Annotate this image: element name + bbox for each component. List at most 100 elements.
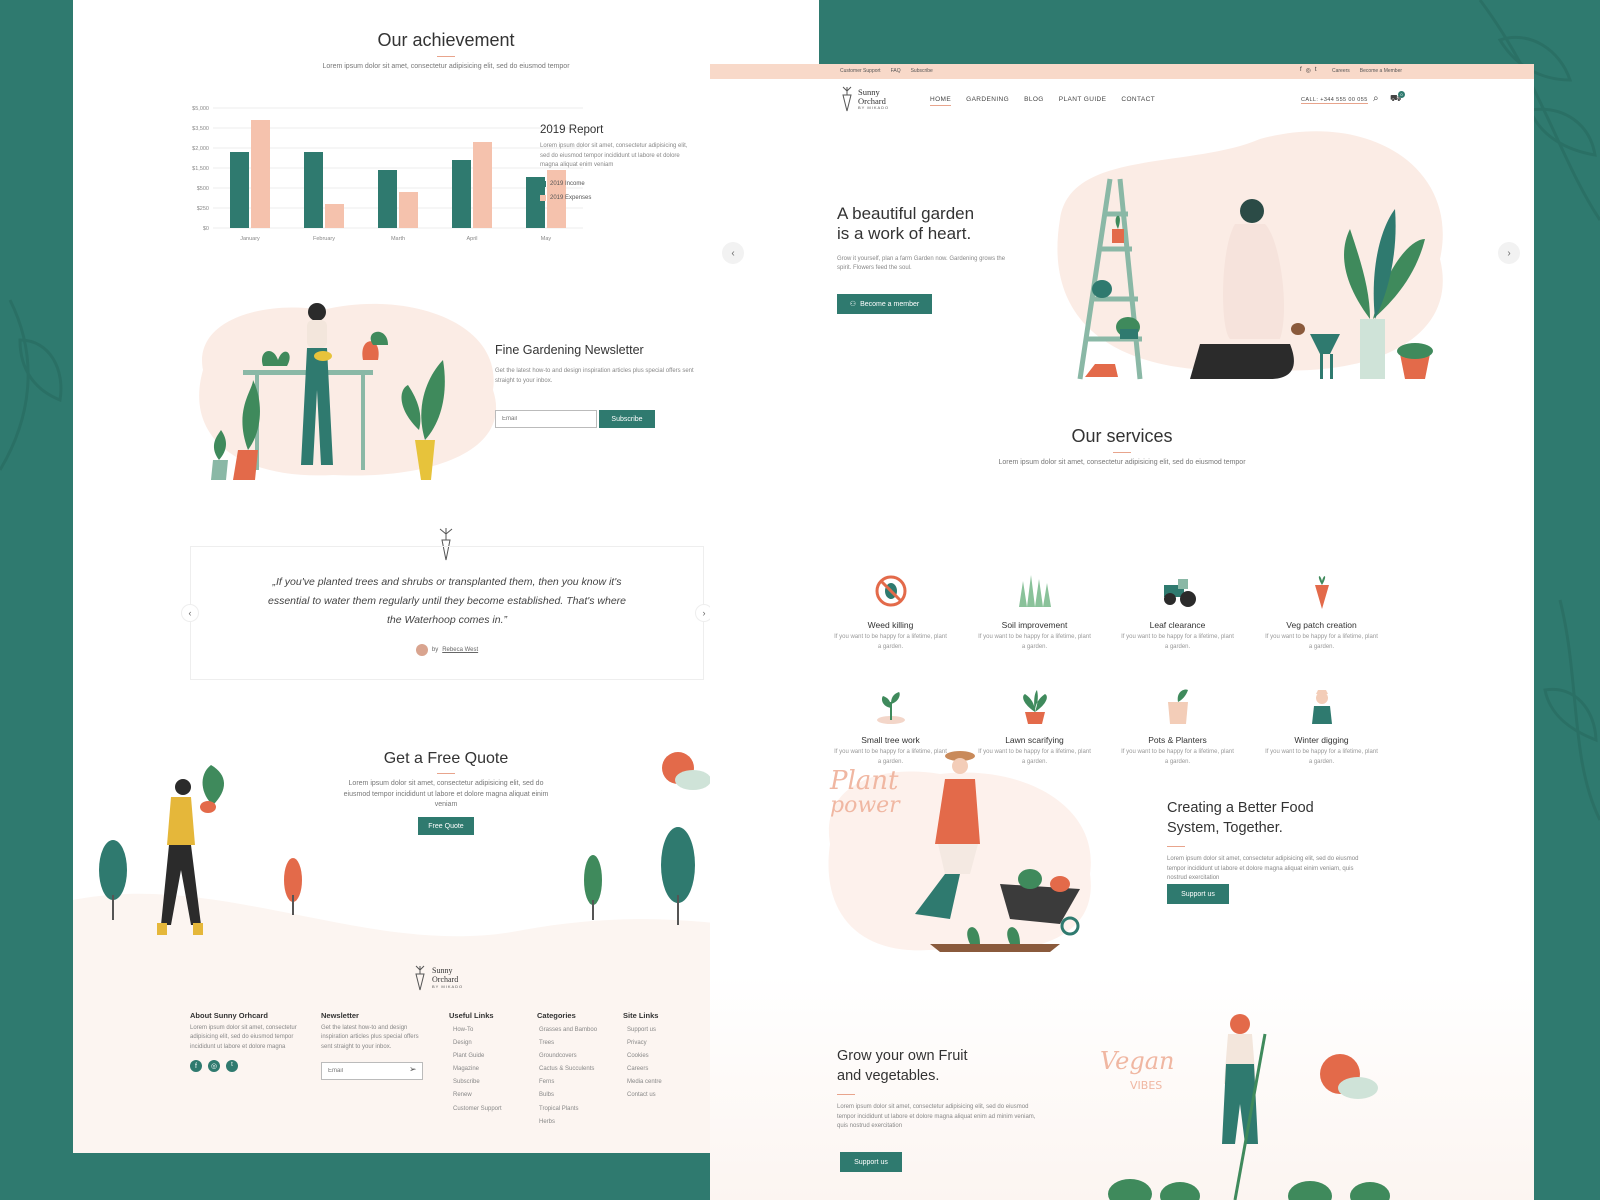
- topbar-link[interactable]: Customer Support: [840, 68, 881, 74]
- testimonial-prev-arrow[interactable]: ‹: [181, 604, 199, 622]
- topbar-link[interactable]: FAQ: [891, 68, 901, 74]
- newsletter-email-input[interactable]: [495, 410, 597, 428]
- nav-gardening[interactable]: GARDENING: [966, 96, 1009, 106]
- footer-site-link[interactable]: Privacy: [627, 1037, 662, 1050]
- newsletter-text: Get the latest how-to and design inspira…: [495, 368, 694, 384]
- y-tick-label: $5,000: [192, 106, 209, 112]
- income-bar: [304, 152, 323, 228]
- twitter-icon[interactable]: t: [226, 1060, 238, 1073]
- footer-site-title: Site Links: [623, 1011, 659, 1020]
- hero-prev-arrow[interactable]: ‹: [722, 242, 744, 264]
- footer-logo: Sunny Orchard BY MIKADO: [413, 965, 472, 991]
- topbar-link[interactable]: Subscribe: [911, 68, 933, 74]
- title-underline: [437, 56, 455, 57]
- x-tick-label: February: [313, 236, 335, 242]
- tractor-icon: [1163, 579, 1196, 607]
- send-icon[interactable]: ➢: [409, 1064, 417, 1075]
- useful-links-list: How-To Design Plant Guide Magazine Subscribe…: [449, 1024, 502, 1116]
- testimonial-quote: „If you've planted trees and shrubs or t…: [267, 576, 627, 626]
- topbar-link[interactable]: Become a Member: [1360, 68, 1402, 74]
- footer-about-title: About Sunny Orhcard: [190, 1011, 268, 1020]
- hero-illustration: [1057, 131, 1443, 380]
- facebook-icon[interactable]: f: [190, 1060, 202, 1073]
- hero-text-body: Grow it yourself, plan a farm Garden now…: [837, 255, 1006, 272]
- nav-blog[interactable]: BLOG: [1024, 96, 1044, 106]
- instagram-icon[interactable]: ◎: [1306, 67, 1311, 74]
- footer-link[interactable]: Magazine: [453, 1063, 502, 1076]
- footer-email-input[interactable]: [321, 1062, 423, 1080]
- become-member-button[interactable]: ⚇ Become a member: [837, 294, 932, 314]
- footer-link[interactable]: Subscribe: [453, 1076, 502, 1089]
- achievement-title: Our achievement: [377, 30, 515, 50]
- nav-contact[interactable]: CONTACT: [1121, 96, 1155, 106]
- service-card[interactable]: Weed killing If you want to be happy for …: [833, 571, 948, 652]
- vibes-script-text: VIBES: [1130, 1079, 1162, 1092]
- topbar-link[interactable]: Careers: [1332, 68, 1350, 74]
- footer-category-link[interactable]: Herbs: [539, 1116, 597, 1129]
- footer-category-link[interactable]: Grasses and Bamboo: [539, 1024, 597, 1037]
- food-support-button[interactable]: Support us: [1167, 884, 1229, 904]
- footer-link[interactable]: How-To: [453, 1024, 502, 1037]
- service-card[interactable]: Winter digging If you want to be happy fo…: [1264, 686, 1379, 767]
- fruit-support-button[interactable]: Support us: [840, 1152, 902, 1172]
- service-card[interactable]: Pots & Planters If you want to be happy f…: [1120, 686, 1235, 767]
- services-section-header: Our services Lorem ipsum dolor sit amet,…: [710, 426, 1534, 469]
- vegan-gardener-illustration: Vegan VIBES: [1100, 1014, 1390, 1200]
- legend-expenses-label: 2019 Expenses: [550, 194, 592, 201]
- footer-site-link[interactable]: Cookies: [627, 1050, 662, 1063]
- subscribe-button[interactable]: Subscribe: [599, 410, 655, 428]
- service-desc: If you want to be happy for a lifetime, …: [1121, 634, 1234, 650]
- footer-category-link[interactable]: Trees: [539, 1037, 597, 1050]
- twitter-icon[interactable]: t: [1315, 67, 1317, 74]
- expenses-bar: [251, 120, 270, 228]
- footer-site-link[interactable]: Support us: [627, 1024, 662, 1037]
- hero-text: A beautiful garden is a work of heart. G…: [837, 204, 1037, 274]
- planter-bag-icon: [1167, 689, 1188, 724]
- expenses-bar: [325, 204, 344, 228]
- service-card[interactable]: Soil improvement If you want to be happy …: [977, 571, 1092, 652]
- footer-category-link[interactable]: Groundcovers: [539, 1050, 597, 1063]
- food-title-line1: Creating a Better Food: [1167, 800, 1314, 816]
- footer-link[interactable]: Design: [453, 1037, 502, 1050]
- footer-newsletter-title: Newsletter: [321, 1011, 359, 1020]
- footer-useful-title: Useful Links: [449, 1011, 494, 1020]
- call-number[interactable]: CALL: +344 555 00 055: [1301, 97, 1368, 104]
- footer-site-link[interactable]: Media centre: [627, 1076, 662, 1089]
- search-icon[interactable]: ⌕: [1373, 93, 1379, 104]
- nav-plant-guide[interactable]: PLANT GUIDE: [1059, 96, 1107, 106]
- author-name-link[interactable]: Rebeca West: [442, 647, 478, 653]
- hero-next-arrow[interactable]: ›: [1498, 242, 1520, 264]
- footer-link[interactable]: Customer Support: [453, 1103, 502, 1116]
- footer-category-link[interactable]: Tropical Plants: [539, 1103, 597, 1116]
- legend-income: 2019 Income: [540, 180, 690, 187]
- service-title: Veg patch creation: [1286, 620, 1357, 630]
- report-block: 2019 Report Lorem ipsum dolor sit amet, …: [540, 124, 690, 201]
- plant-script-text: Plant: [829, 766, 899, 796]
- instagram-icon[interactable]: ◎: [208, 1060, 220, 1073]
- footer-category-link[interactable]: Ferns: [539, 1076, 597, 1089]
- facebook-icon[interactable]: f: [1300, 67, 1302, 74]
- footer-useful-links: Useful Links How-To Design Plant Guide Maga…: [449, 1012, 502, 1116]
- hero-title-line1: A beautiful garden: [837, 204, 975, 223]
- carrot-logo-icon: [415, 965, 425, 991]
- carrot-icon: [1314, 576, 1329, 609]
- footer-site-link[interactable]: Contact us: [627, 1089, 662, 1102]
- footer-site-link[interactable]: Careers: [627, 1063, 662, 1076]
- service-title: Pots & Planters: [1148, 735, 1207, 745]
- gardener-icon: [1311, 690, 1332, 724]
- title-underline: [1113, 452, 1131, 453]
- footer-link[interactable]: Renew: [453, 1089, 502, 1102]
- fruit-title-line1: Grow your own Fruit: [837, 1048, 968, 1064]
- newsletter-title: Fine Gardening Newsletter: [495, 343, 644, 357]
- nav-home[interactable]: HOME: [930, 96, 952, 106]
- header-logo[interactable]: Sunny Orchard BY MIKADO: [840, 86, 900, 112]
- footer-link[interactable]: Plant Guide: [453, 1050, 502, 1063]
- title-underline: [1167, 846, 1185, 848]
- power-script-text: power: [830, 793, 901, 818]
- y-tick-label: $3,500: [192, 126, 209, 132]
- service-desc: If you want to be happy for a lifetime, …: [1265, 749, 1378, 765]
- footer-category-link[interactable]: Cactus & Succulents: [539, 1063, 597, 1076]
- footer-category-link[interactable]: Bulbs: [539, 1089, 597, 1102]
- service-card[interactable]: Veg patch creation If you want to be happ…: [1264, 571, 1379, 652]
- service-card[interactable]: Leaf clearance If you want to be happy fo…: [1120, 571, 1235, 652]
